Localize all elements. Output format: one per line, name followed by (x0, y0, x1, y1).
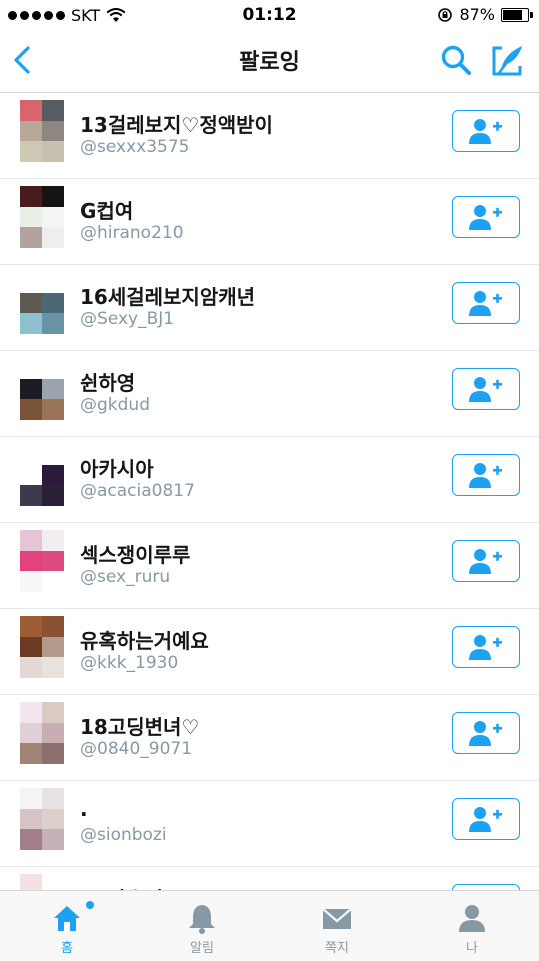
follow-button[interactable] (452, 712, 520, 754)
envelope-icon (322, 908, 352, 929)
user-handle: @acacia0817 (80, 481, 195, 501)
avatar[interactable] (20, 788, 64, 850)
follow-icon (469, 291, 502, 316)
user-row[interactable]: . @sionbozi (0, 781, 539, 867)
follow-icon (469, 463, 502, 488)
compose-icon[interactable] (488, 40, 528, 80)
user-name: 13걸레보지♡정액받이 (80, 113, 273, 137)
user-name: 16세걸레보지암캐년 (80, 285, 256, 309)
follow-icon (469, 721, 502, 746)
tab-home[interactable]: 홈 (0, 891, 134, 961)
follow-button[interactable] (452, 282, 520, 324)
tab-messages[interactable]: 쪽지 (270, 891, 404, 961)
user-row[interactable]: G컵여 @hirano210 (0, 179, 539, 265)
user-row[interactable]: 섹스쟁이루루 @sex_ruru (0, 523, 539, 609)
follow-button[interactable] (452, 540, 520, 582)
navigation-bar: 팔로잉 (0, 30, 539, 93)
user-handle: @sex_ruru (80, 567, 171, 587)
user-name: 섹스쟁이루루 (80, 543, 191, 567)
user-handle: @gkdud (80, 395, 150, 415)
user-row[interactable]: 16세걸레보지암캐년 @Sexy_BJ1 (0, 265, 539, 351)
follow-icon (469, 377, 502, 402)
follow-icon (469, 205, 502, 230)
avatar[interactable] (20, 100, 64, 162)
avatar[interactable] (20, 530, 64, 592)
avatar[interactable] (20, 616, 64, 678)
new-content-dot (86, 901, 94, 909)
follow-button[interactable] (452, 110, 520, 152)
tab-label: 쪽지 (325, 941, 349, 956)
user-handle: @sexxx3575 (80, 137, 190, 157)
follow-button[interactable] (452, 196, 520, 238)
battery-percent: 87% (459, 5, 495, 24)
follow-icon (469, 549, 502, 574)
user-handle: @kkk_1930 (80, 653, 179, 673)
user-name: G컵여 (80, 199, 134, 223)
home-icon (54, 906, 80, 931)
user-row[interactable]: 18샤슈비 (0, 867, 539, 890)
user-name: 쉰하영 (80, 371, 136, 395)
search-icon[interactable] (438, 42, 474, 78)
avatar[interactable] (20, 186, 64, 248)
user-name: 아카시아 (80, 457, 154, 481)
follow-button[interactable] (452, 626, 520, 668)
avatar[interactable] (20, 358, 64, 420)
follow-icon (469, 807, 502, 832)
tab-notifications[interactable]: 알림 (135, 891, 269, 961)
user-handle: @Sexy_BJ1 (80, 309, 175, 329)
follow-button[interactable] (452, 368, 520, 410)
user-row[interactable]: 13걸레보지♡정액받이 @sexxx3575 (0, 93, 539, 179)
follow-icon (469, 119, 502, 144)
user-handle: @hirano210 (80, 223, 184, 243)
battery-icon (501, 7, 533, 22)
avatar[interactable] (20, 702, 64, 764)
following-list: 13걸레보지♡정액받이 @sexxx3575 G컵여 @hirano210 16세걸레보… (0, 93, 539, 890)
user-row[interactable]: 18고딩변녀♡ @0840_9071 (0, 695, 539, 781)
follow-button[interactable] (452, 798, 520, 840)
user-name: 18샤슈비 (80, 883, 163, 890)
status-right: 87% (437, 5, 533, 24)
bell-icon (189, 905, 215, 934)
avatar[interactable] (20, 874, 64, 890)
tab-me[interactable]: 나 (405, 891, 539, 961)
follow-button[interactable] (452, 454, 520, 496)
status-bar: SKT 01:12 87% (0, 0, 539, 30)
avatar[interactable] (20, 444, 64, 506)
rotation-lock-icon (438, 7, 453, 22)
tab-bar: 홈 알림 쪽지 나 (0, 890, 539, 961)
tab-label: 홈 (61, 941, 73, 956)
tab-label: 나 (466, 941, 478, 956)
avatar[interactable] (20, 272, 64, 334)
user-name: . (80, 797, 88, 821)
tab-label: 알림 (190, 941, 214, 956)
person-icon (459, 905, 485, 932)
user-row[interactable]: 아카시아 @acacia0817 (0, 437, 539, 523)
user-row[interactable]: 유혹하는거예요 @kkk_1930 (0, 609, 539, 695)
user-name: 18고딩변녀♡ (80, 715, 200, 739)
follow-icon (469, 635, 502, 660)
user-name: 유혹하는거예요 (80, 629, 209, 653)
user-handle: @sionbozi (80, 825, 167, 845)
user-handle: @0840_9071 (80, 739, 193, 759)
user-row[interactable]: 쉰하영 @gkdud (0, 351, 539, 437)
